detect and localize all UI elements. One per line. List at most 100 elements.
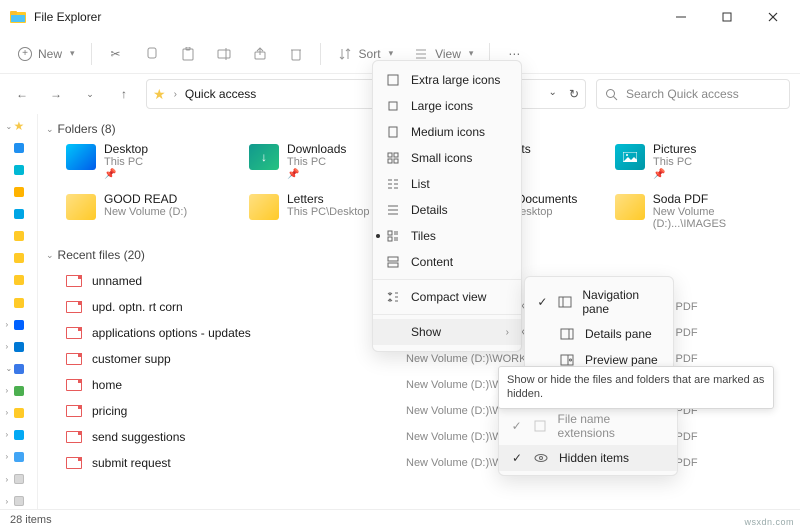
active-indicator [376,234,380,238]
tiles-icon [385,228,401,244]
file-icon [66,301,82,313]
file-icon [66,353,82,365]
sidebar-item[interactable] [4,184,34,200]
refresh-button[interactable]: ↻ [569,87,579,101]
file-name: upd. optn. rt corn [92,300,183,314]
file-name: unnamed [92,274,142,288]
file-icon [66,457,82,469]
sidebar-item[interactable] [4,272,34,288]
forward-button[interactable]: → [44,82,68,106]
menu-list[interactable]: List [373,171,521,197]
chevron-right-icon: › [506,327,509,338]
menu-navigation-pane[interactable]: ✓Navigation pane [525,283,673,321]
menu-hidden-items[interactable]: ✓Hidden items [499,445,677,471]
share-icon [252,46,268,62]
sidebar-quick-access[interactable]: ⌄★ [4,118,34,134]
paste-button[interactable] [172,42,204,66]
paste-icon [180,46,196,62]
sidebar-drive[interactable]: › [4,471,34,487]
folder-name: Downloads [287,142,346,156]
close-button[interactable] [750,0,796,34]
menu-large-icons[interactable]: Large icons [373,93,521,119]
blank [385,324,401,340]
sidebar-this-pc[interactable]: ⌄ [4,361,34,377]
new-button[interactable]: + New ▾ [10,43,83,65]
chevron-down-icon: ⌄ [46,250,54,261]
sort-label: Sort [359,47,381,61]
folder-icon [615,144,645,170]
chevron-down-icon[interactable]: ⌄ [549,87,557,101]
menu-tiles[interactable]: Tiles [373,223,521,249]
sidebar-item[interactable] [4,295,34,311]
menu-show[interactable]: Show› [373,319,521,345]
file-icon [66,327,82,339]
folder-icon [615,194,645,220]
details-pane-icon [559,326,575,342]
folder-icon: ↓ [249,144,279,170]
sidebar-item[interactable] [4,162,34,178]
cut-button[interactable]: ✂ [100,42,132,66]
copy-button[interactable] [136,42,168,66]
sidebar-item[interactable]: › [4,383,34,399]
folder-item[interactable]: GOOD READNew Volume (D:) [66,192,241,230]
small-icons-icon [385,150,401,166]
menu-small-icons[interactable]: Small icons [373,145,521,171]
search-placeholder: Search Quick access [626,87,739,101]
chevron-down-icon: ⌄ [46,124,54,135]
recent-group-label: Recent files (20) [58,248,145,262]
extra-large-icons-icon [385,72,401,88]
sidebar-item[interactable]: › [4,427,34,443]
folder-icon [249,194,279,220]
delete-button[interactable] [280,42,312,66]
navigation-pane-icon [558,294,573,310]
menu-details[interactable]: Details [373,197,521,223]
copy-icon [144,46,160,62]
file-row[interactable]: send suggestionsNew Volume (D:)\WORK FRO… [66,424,790,450]
share-button[interactable] [244,42,276,66]
sidebar-item[interactable] [4,250,34,266]
menu-details-pane[interactable]: Details pane [525,321,673,347]
show-submenu: ✓Navigation pane Details pane Preview pa… [524,276,674,380]
menu-extra-large-icons[interactable]: Extra large icons [373,67,521,93]
chevron-right-icon: › [174,89,177,100]
folder-item[interactable]: Soda PDFNew Volume (D:)...\IMAGES [615,192,790,230]
address-text: Quick access [185,87,256,101]
check-icon: ✓ [537,295,548,309]
sort-icon [337,46,353,62]
navigation-pane: ⌄★ › › ⌄ › › › › › › [0,114,38,509]
back-button[interactable]: ← [10,82,34,106]
file-row[interactable]: submit requestNew Volume (D:)\WORK FROM … [66,450,790,476]
menu-separator [373,314,521,315]
folder-item[interactable]: PicturesThis PC📌 [615,142,790,180]
folder-name: Desktop [104,142,148,156]
menu-file-name-extensions[interactable]: ✓File name extensions [499,407,677,445]
folders-group-label: Folders (8) [58,122,116,136]
maximize-button[interactable] [704,0,750,34]
sidebar-dropbox[interactable]: › [4,317,34,333]
sidebar-item[interactable] [4,228,34,244]
minimize-button[interactable] [658,0,704,34]
new-label: New [38,47,62,61]
check-icon: ✓ [511,451,523,465]
rename-icon [216,46,232,62]
chevron-down-icon[interactable]: ⌄ [78,82,102,106]
up-button[interactable]: ↑ [112,82,136,106]
menu-compact-view[interactable]: Compact view [373,284,521,310]
menu-content[interactable]: Content [373,249,521,275]
sidebar-drive[interactable]: › [4,493,34,509]
medium-icons-icon [385,124,401,140]
sidebar-onedrive[interactable]: › [4,339,34,355]
rename-button[interactable] [208,42,240,66]
window-title: File Explorer [34,10,101,24]
extensions-icon [532,418,547,434]
trash-icon [288,46,304,62]
sidebar-item[interactable] [4,206,34,222]
sidebar-item[interactable]: › [4,405,34,421]
compact-icon [385,289,401,305]
sidebar-item[interactable] [4,140,34,156]
sidebar-item[interactable]: › [4,449,34,465]
folder-item[interactable]: DesktopThis PC📌 [66,142,241,180]
menu-medium-icons[interactable]: Medium icons [373,119,521,145]
file-icon [66,379,82,391]
search-box[interactable]: Search Quick access [596,79,790,109]
